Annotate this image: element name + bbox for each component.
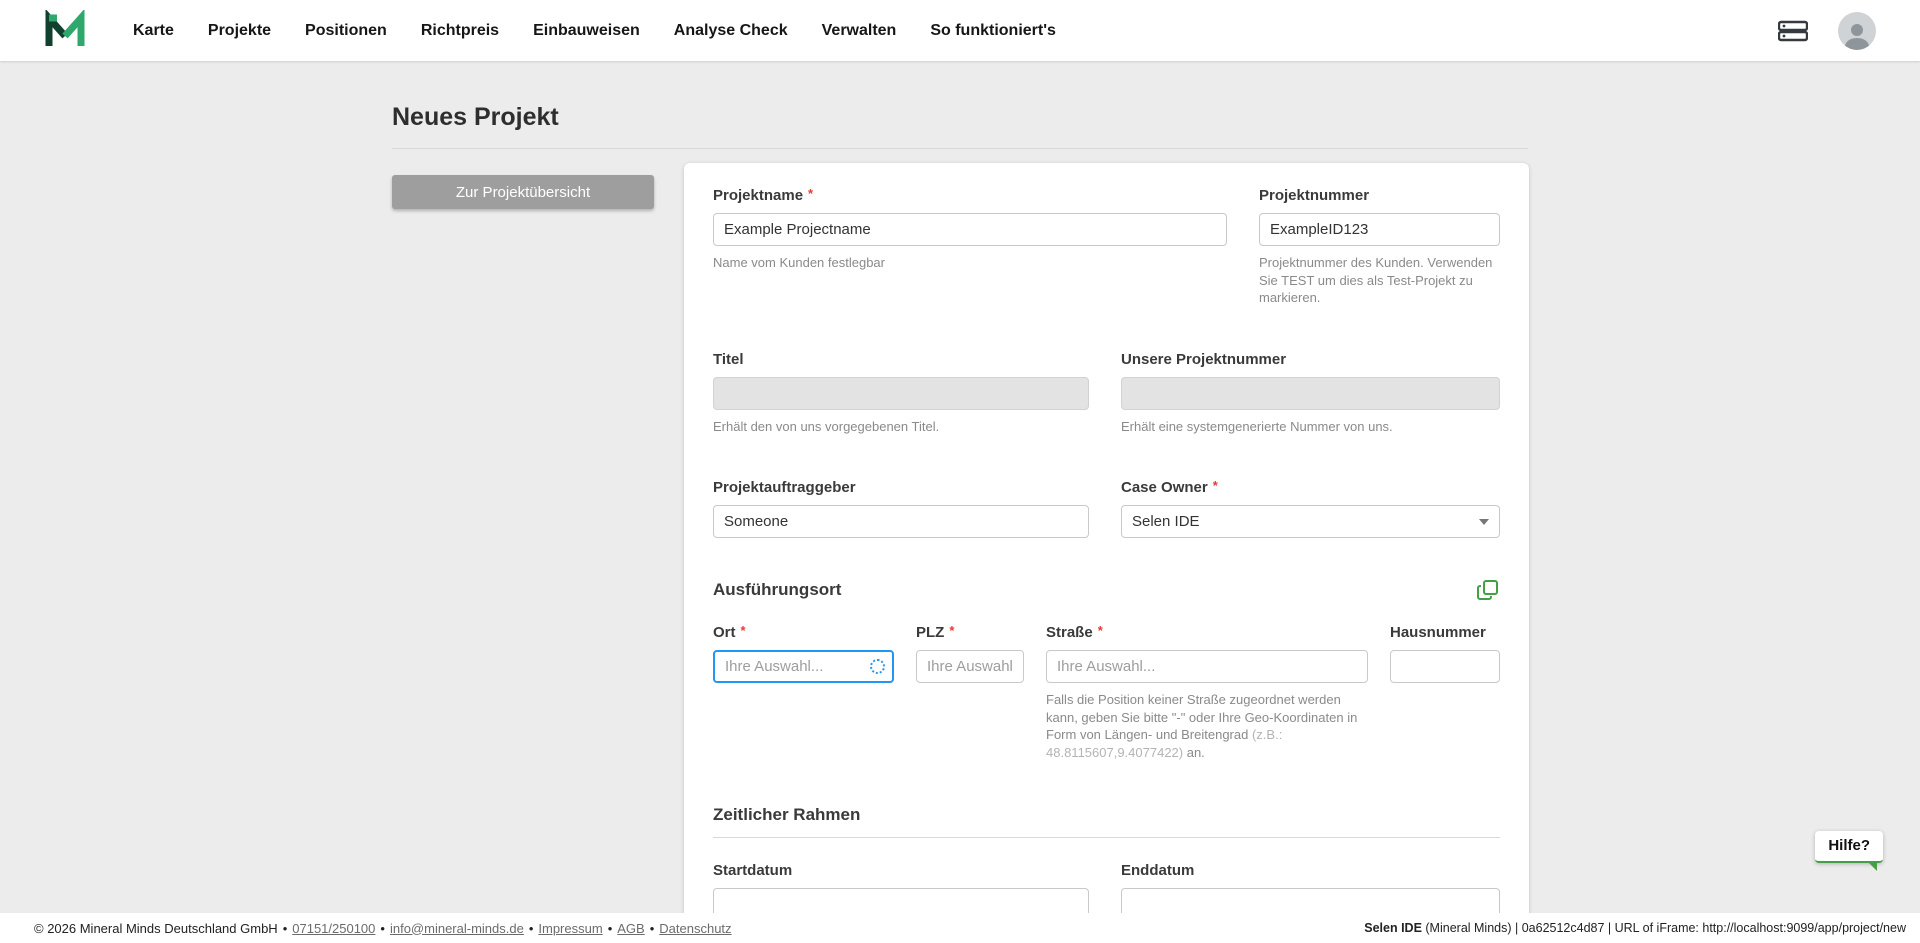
chevron-down-icon [1479, 519, 1489, 525]
projektauftraggeber-label: Projektauftraggeber [713, 479, 1089, 496]
field-startdatum: Startdatum [713, 862, 1089, 913]
projektname-input[interactable] [713, 213, 1227, 246]
section-title-ausfuehrungsort: Ausführungsort [713, 580, 841, 600]
nav-item-positionen[interactable]: Positionen [288, 0, 404, 61]
field-strasse: Straße * Falls die Position keiner Straß… [1046, 624, 1368, 761]
left-sidebar: Zur Projektübersicht [392, 163, 654, 209]
startdatum-label: Startdatum [713, 862, 1089, 879]
hausnummer-input[interactable] [1390, 650, 1500, 683]
navbar-right-icons [1778, 12, 1876, 50]
field-hausnummer: Hausnummer [1390, 624, 1500, 683]
footer-left: © 2026 Mineral Minds Deutschland GmbH • … [34, 921, 732, 936]
field-ort: Ort * [713, 624, 894, 683]
field-enddatum: Enddatum [1121, 862, 1500, 913]
nav-menu: Karte Projekte Positionen Richtpreis Ein… [116, 0, 1073, 61]
hausnummer-label: Hausnummer [1390, 624, 1500, 641]
page-title: Neues Projekt [392, 103, 1528, 132]
footer-email-link[interactable]: info@mineral-minds.de [390, 921, 524, 936]
required-marker: * [1098, 623, 1103, 638]
field-projektauftraggeber: Projektauftraggeber [713, 479, 1089, 538]
field-titel: Titel Erhält den von uns vorgegebenen Ti… [713, 351, 1089, 436]
footer-user-name: Selen IDE [1364, 921, 1422, 935]
case-owner-select[interactable]: Selen IDE [1121, 505, 1500, 538]
unsere-projektnummer-input [1121, 377, 1500, 410]
field-case-owner: Case Owner * Selen IDE [1121, 479, 1500, 538]
footer-impressum-link[interactable]: Impressum [538, 921, 602, 936]
required-marker: * [741, 623, 746, 638]
help-button[interactable]: Hilfe? [1815, 831, 1883, 863]
nav-item-analyse-check[interactable]: Analyse Check [657, 0, 805, 61]
server-rack-icon[interactable] [1778, 20, 1808, 42]
projektauftraggeber-input[interactable] [713, 505, 1089, 538]
footer-copyright: © 2026 Mineral Minds Deutschland GmbH [34, 921, 278, 936]
footer: © 2026 Mineral Minds Deutschland GmbH • … [0, 913, 1920, 943]
enddatum-input[interactable] [1121, 888, 1500, 913]
copy-icon[interactable] [1476, 578, 1500, 602]
section-title-zeitlicher-rahmen: Zeitlicher Rahmen [713, 805, 860, 824]
titel-label: Titel [713, 351, 1089, 368]
nav-item-projekte[interactable]: Projekte [191, 0, 288, 61]
titel-helper: Erhält den von uns vorgegebenen Titel. [713, 418, 1089, 436]
enddatum-label: Enddatum [1121, 862, 1500, 879]
nav-item-so-funktionierts[interactable]: So funktioniert's [913, 0, 1073, 61]
person-icon [1842, 20, 1872, 50]
projektnummer-helper: Projektnummer des Kunden. Verwenden Sie … [1259, 254, 1500, 307]
required-marker: * [949, 623, 954, 638]
strasse-input[interactable] [1046, 650, 1368, 683]
projektname-label: Projektname * [713, 187, 1227, 204]
footer-session-info: Selen IDE (Mineral Minds) | 0a62512c4d87… [1364, 921, 1906, 935]
top-navbar: Karte Projekte Positionen Richtpreis Ein… [0, 0, 1920, 61]
footer-phone-link[interactable]: 07151/250100 [292, 921, 375, 936]
loading-spinner-icon [870, 659, 885, 674]
nav-item-richtpreis[interactable]: Richtpreis [404, 0, 516, 61]
plz-input[interactable] [916, 650, 1024, 683]
unsere-projektnummer-label: Unsere Projektnummer [1121, 351, 1500, 368]
projektnummer-label: Projektnummer [1259, 187, 1500, 204]
strasse-label: Straße * [1046, 624, 1368, 641]
required-marker: * [808, 186, 813, 201]
main-content: Neues Projekt Zur Projektübersicht Proje… [0, 61, 1920, 913]
projektname-helper: Name vom Kunden festlegbar [713, 254, 1227, 272]
required-marker: * [1213, 478, 1218, 493]
ort-input[interactable] [713, 650, 894, 683]
nav-item-verwalten[interactable]: Verwalten [805, 0, 914, 61]
logo-icon [44, 10, 86, 52]
field-projektname: Projektname * Name vom Kunden festlegbar [713, 187, 1227, 272]
new-project-form-card: Projektname * Name vom Kunden festlegbar… [684, 163, 1529, 913]
startdatum-input[interactable] [713, 888, 1089, 913]
ort-label: Ort * [713, 624, 894, 641]
case-owner-selected-value: Selen IDE [1132, 513, 1200, 530]
strasse-helper: Falls die Position keiner Straße zugeord… [1046, 691, 1368, 761]
titel-input [713, 377, 1089, 410]
footer-datenschutz-link[interactable]: Datenschutz [659, 921, 731, 936]
field-projektnummer: Projektnummer Projektnummer des Kunden. … [1259, 187, 1500, 307]
page-header: Neues Projekt [392, 103, 1528, 149]
nav-item-einbauweisen[interactable]: Einbauweisen [516, 0, 657, 61]
user-avatar[interactable] [1838, 12, 1876, 50]
projektnummer-input[interactable] [1259, 213, 1500, 246]
back-to-project-overview-button[interactable]: Zur Projektübersicht [392, 175, 654, 209]
field-plz: PLZ * [916, 624, 1024, 683]
unsere-projektnummer-helper: Erhält eine systemgenerierte Nummer von … [1121, 418, 1500, 436]
field-unsere-projektnummer: Unsere Projektnummer Erhält eine systemg… [1121, 351, 1500, 436]
plz-label: PLZ * [916, 624, 1024, 641]
footer-agb-link[interactable]: AGB [617, 921, 644, 936]
mineral-minds-logo[interactable] [44, 9, 88, 53]
case-owner-label: Case Owner * [1121, 479, 1500, 496]
nav-item-karte[interactable]: Karte [116, 0, 191, 61]
